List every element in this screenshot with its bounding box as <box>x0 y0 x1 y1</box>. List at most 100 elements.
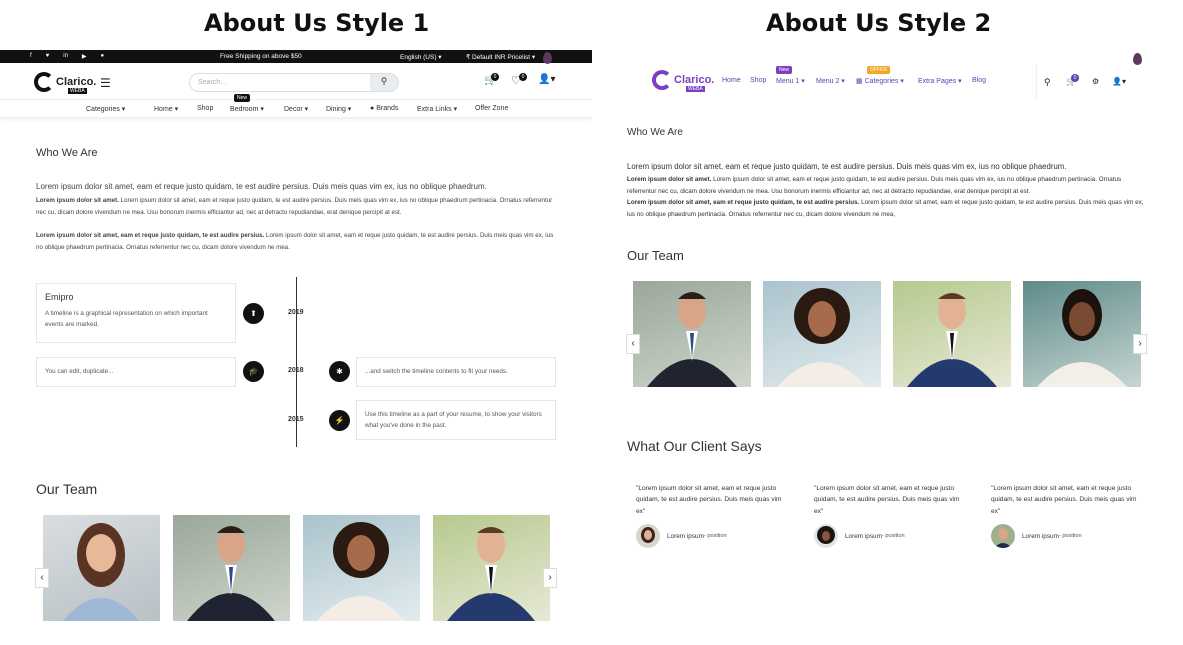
new-badge: New <box>776 66 793 74</box>
team-photo-3 <box>893 281 1011 387</box>
nav-home[interactable]: Home ▾ <box>154 105 178 113</box>
timeline-card-4-text: Use this timeline as a part of your resu… <box>365 411 542 429</box>
paragraph-1-bold: Lorem ipsum dolor sit amet. <box>627 176 712 183</box>
testimonial-quote-1: "Lorem ipsum dolor sit amet, eam et requ… <box>636 485 782 515</box>
hamburger-icon[interactable]: ☰ <box>100 76 111 90</box>
team-photo-4 <box>1023 281 1141 387</box>
linkedin-icon[interactable]: in <box>63 53 68 60</box>
lead-paragraph: Lorem ipsum dolor sit amet, eam et reque… <box>36 182 487 191</box>
paragraph-2: Lorem ipsum dolor sit amet, eam et reque… <box>36 230 561 254</box>
timeline-card-4: Use this timeline as a part of your resu… <box>356 400 556 440</box>
logo-text: Clarico. <box>56 76 97 88</box>
language-selector[interactable]: English (US) ▾ <box>400 53 442 61</box>
about-style2-panel: Clarico. WEBA Home Shop Menu 1 ▾ New Men… <box>606 50 1183 645</box>
timeline-card-2: You can edit, duplicate... <box>36 357 236 387</box>
nav-blog[interactable]: Blog <box>972 77 986 84</box>
nav-extra-links[interactable]: Extra Links ▾ <box>417 105 457 113</box>
nav-extra-pages[interactable]: Extra Pages ▾ <box>918 77 962 85</box>
pricelist-selector[interactable]: ₹ Default INR Pricelist ▾ <box>466 53 535 61</box>
nav-offer-zone[interactable]: Offer Zone <box>475 105 508 112</box>
testimonial-client-2: Lorem ipsum - position <box>814 524 905 548</box>
nav-menu-2[interactable]: Menu 2 ▾ <box>816 77 845 85</box>
nav-brands[interactable]: ● Brands <box>370 105 398 112</box>
youtube-icon[interactable]: ▶ <box>82 53 87 60</box>
user-icon[interactable]: 👤▾ <box>1112 77 1126 86</box>
search-icon: ⚲ <box>380 76 388 86</box>
user-icon[interactable]: 👤▾ <box>538 74 555 85</box>
team-next-button[interactable]: › <box>543 568 557 588</box>
header-style2: Clarico. WEBA Home Shop Menu 1 ▾ New Men… <box>606 50 1183 116</box>
team-photo-3 <box>303 515 420 621</box>
about-style1-panel: f ♥ in ▶ ● Free Shipping on above $50 En… <box>0 50 592 645</box>
search-icon[interactable]: ⚲ <box>1044 77 1051 88</box>
shipping-notice: Free Shipping on above $50 <box>220 53 302 60</box>
client-heading: What Our Client Says <box>627 438 762 454</box>
avatar <box>991 524 1015 548</box>
timeline-card-2-text: You can edit, duplicate... <box>45 368 114 375</box>
paragraph-1-bold: Lorem ipsum dolor sit amet. <box>36 197 119 204</box>
client-name: Lorem ipsum <box>845 532 882 540</box>
lead-paragraph: Lorem ipsum dolor sit amet, eam et reque… <box>627 162 1067 171</box>
search-placeholder: Search... <box>198 79 227 86</box>
chevron-right-icon: › <box>1138 338 1142 349</box>
paragraph-2: Lorem ipsum dolor sit amet, eam et reque… <box>627 197 1152 221</box>
nav-categories[interactable]: ▦ Categories ▾ <box>856 77 904 85</box>
nav-categories[interactable]: Categories ▾ <box>86 105 125 113</box>
nav-menu-1[interactable]: Menu 1 ▾ <box>776 77 805 85</box>
timeline-card-3: ...and switch the timeline contents to f… <box>356 357 556 387</box>
testimonial-client-3: Lorem ipsum - position <box>991 524 1082 548</box>
client-name: Lorem ipsum <box>667 532 704 540</box>
star-icon: ✱ <box>329 361 350 382</box>
who-we-are-heading: Who We Are <box>36 147 98 159</box>
nav-categories-label: Categories ▾ <box>864 78 904 85</box>
logo[interactable]: Clarico. WEBA <box>34 72 97 94</box>
team-photo-1 <box>633 281 751 387</box>
wishlist-count: 0 <box>519 73 527 81</box>
github-icon[interactable]: ● <box>101 53 105 60</box>
graduation-cap-icon: 🎓 <box>243 361 264 382</box>
nav-bedroom[interactable]: Bedroom ▾ <box>230 105 264 113</box>
logo-text: Clarico. <box>674 74 715 86</box>
topbar: f ♥ in ▶ ● Free Shipping on above $50 En… <box>0 50 592 63</box>
who-we-are-heading: Who We Are <box>627 127 683 138</box>
facebook-icon[interactable]: f <box>30 53 32 60</box>
logo[interactable]: Clarico. WEBA <box>652 70 715 92</box>
twitter-icon[interactable]: ♥ <box>46 53 50 60</box>
search-input[interactable]: Search... ⚲ <box>189 73 399 92</box>
divider <box>1036 64 1037 100</box>
our-team-heading: Our Team <box>627 248 684 263</box>
nav-shop[interactable]: Shop <box>197 105 213 112</box>
timeline-year-2015: 2015 <box>288 416 304 423</box>
team-photo-2 <box>763 281 881 387</box>
client-position: - position <box>1058 533 1082 539</box>
pin-icon: ⬆ <box>243 303 264 324</box>
header: Clarico. WEBA ☰ Search... ⚲ 🛒 0 ♡ 0 👤▾ <box>0 63 592 100</box>
search-button[interactable]: ⚲ <box>370 74 398 91</box>
chevron-right-icon: › <box>548 572 552 583</box>
team-photo-2 <box>173 515 290 621</box>
nav-shop[interactable]: Shop <box>750 77 766 84</box>
testimonial-client-1: Lorem ipsum - position <box>636 524 727 548</box>
nav-dining[interactable]: Dining ▾ <box>326 105 351 113</box>
timeline-card-1-title: Emipro <box>45 292 74 302</box>
client-name: Lorem ipsum <box>1022 532 1059 540</box>
client-position: - position <box>881 533 905 539</box>
nav-decor[interactable]: Decor ▾ <box>284 105 308 113</box>
testimonial-quote-2: "Lorem ipsum dolor sit amet, eam et requ… <box>814 485 960 515</box>
team-next-button[interactable]: › <box>1133 334 1147 354</box>
settings-icon[interactable]: ⚙ <box>1092 77 1099 86</box>
paragraph-1: Lorem ipsum dolor sit amet. Lorem ipsum … <box>36 195 561 219</box>
timeline-card-1: Emipro A timeline is a graphical represe… <box>36 283 236 343</box>
chevron-left-icon: ‹ <box>40 572 44 583</box>
paragraph-2-bold: Lorem ipsum dolor sit amet, eam et reque… <box>627 199 860 206</box>
team-prev-button[interactable]: ‹ <box>626 334 640 354</box>
timeline-card-1-text: A timeline is a graphical representation… <box>45 310 208 328</box>
avatar <box>636 524 660 548</box>
logo-sub: WEBA <box>68 88 87 94</box>
nav-home[interactable]: Home <box>722 77 741 84</box>
style2-title: About Us Style 2 <box>766 9 992 37</box>
timeline-year-2019: 2019 <box>288 309 304 316</box>
new-badge: New <box>234 94 251 102</box>
team-prev-button[interactable]: ‹ <box>35 568 49 588</box>
timeline-year-2018: 2018 <box>288 367 304 374</box>
